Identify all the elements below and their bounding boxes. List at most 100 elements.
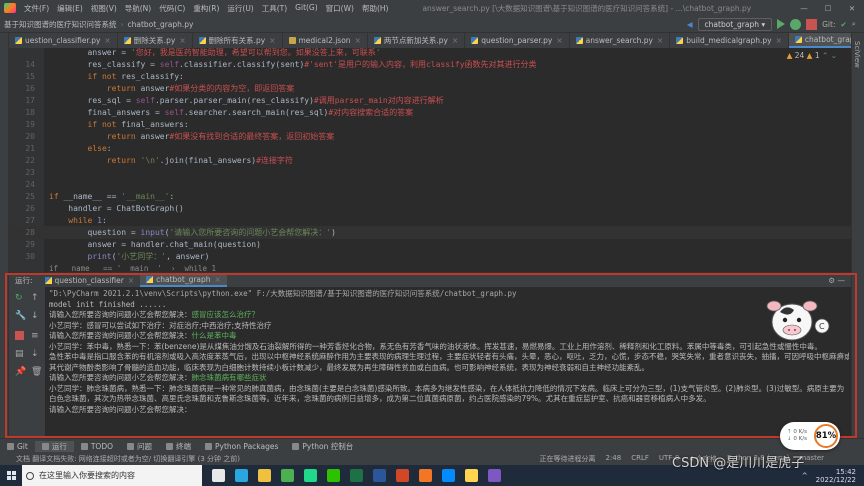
taskbar-search-box[interactable]: 在这里输入你要搜索的内容: [22, 465, 202, 486]
menu-item[interactable]: 窗口(W): [322, 3, 358, 14]
editor-tab[interactable]: 删除关系.py ×: [118, 33, 193, 48]
code-token: res_classify:: [121, 72, 184, 81]
task-view-icon[interactable]: [212, 469, 225, 482]
editor-tab[interactable]: question_parser.py ×: [465, 33, 570, 48]
edge-icon[interactable]: [235, 469, 248, 482]
git-update-icon[interactable]: Git:: [822, 20, 835, 29]
breadcrumb-file[interactable]: chatbot_graph.py: [124, 20, 198, 29]
code-token: answer: [140, 84, 170, 93]
close-icon[interactable]: ✕: [840, 4, 864, 13]
watermark: CSDN @是川川是虎子: [672, 456, 805, 471]
menu-item[interactable]: 代码(C): [155, 3, 189, 14]
tool-window-button[interactable]: 终端: [159, 441, 198, 452]
stop-icon[interactable]: [15, 331, 24, 340]
run-tab[interactable]: chatbot_graph ×: [140, 273, 227, 287]
debug-icon[interactable]: [790, 18, 802, 30]
menu-item[interactable]: 重构(R): [189, 3, 223, 14]
close-icon[interactable]: ×: [657, 36, 663, 45]
chrome-icon[interactable]: [281, 469, 294, 482]
rerun-icon[interactable]: ↻: [15, 293, 24, 303]
tool-window-button[interactable]: TODO: [74, 442, 120, 451]
excel-icon[interactable]: [350, 469, 363, 482]
editor-tab[interactable]: medical2.json ×: [283, 33, 368, 48]
status-item[interactable]: 2:48: [605, 454, 621, 464]
notes-icon[interactable]: [465, 469, 478, 482]
up-arrow-icon[interactable]: ⌃: [822, 51, 828, 60]
print-icon[interactable]: ▤: [15, 349, 24, 359]
navigation-bar: 基于知识图谱的医疗知识问答系统 › chatbot_graph.py ◀ cha…: [0, 16, 864, 33]
stop-icon[interactable]: [806, 18, 818, 30]
tool-window-button[interactable]: Git: [0, 442, 35, 451]
file-explorer-icon[interactable]: [258, 469, 271, 482]
status-item[interactable]: 正在等待进程分离: [539, 454, 595, 464]
run-configuration-select[interactable]: chatbot_graph ▾: [697, 17, 773, 31]
menu-item[interactable]: 导航(N): [121, 3, 155, 14]
editor-tab[interactable]: 删除所有关系.py ×: [193, 33, 283, 48]
scview-tool-label[interactable]: SciView: [853, 41, 861, 68]
close-icon[interactable]: ×: [104, 36, 110, 45]
gear-icon[interactable]: ⚙ —: [828, 276, 845, 285]
tool-window-button[interactable]: Python 控制台: [285, 441, 360, 452]
pycharm-icon[interactable]: [304, 469, 317, 482]
up-arrow-icon[interactable]: ↑: [31, 293, 40, 303]
tool-window-button[interactable]: 问题: [120, 441, 159, 452]
wechat-icon[interactable]: [327, 469, 340, 482]
close-icon[interactable]: ×: [355, 36, 361, 45]
network-speed-widget[interactable]: ↑ 0 K/s ↓ 0 K/s 81%: [780, 422, 840, 450]
close-icon[interactable]: ×: [269, 36, 275, 45]
pin-icon[interactable]: 📌: [15, 367, 26, 377]
jupyter-icon[interactable]: [419, 469, 432, 482]
soft-wrap-icon[interactable]: ≡: [31, 331, 40, 341]
down-arrow-icon[interactable]: ↓: [31, 311, 40, 321]
photos-icon[interactable]: [488, 469, 501, 482]
tool-window-button[interactable]: 运行: [34, 440, 74, 452]
menu-item[interactable]: Git(G): [291, 3, 322, 14]
run-icon[interactable]: [777, 19, 786, 29]
run-tab[interactable]: question_classifier ×: [39, 273, 141, 287]
close-icon[interactable]: ×: [179, 36, 185, 45]
status-message[interactable]: 文档 翻译文档失败: 网络连接超时或者为空/ 切换翻译引擎 (3 分钟 之前): [0, 454, 240, 464]
maximize-icon[interactable]: ☐: [816, 4, 840, 13]
back-arrow-icon[interactable]: ◀: [687, 20, 693, 29]
search-icon[interactable]: ⌕: [852, 19, 856, 29]
menu-item[interactable]: 帮助(H): [358, 3, 393, 14]
menu-bar: 文件(F) 编辑(E) 视图(V) 导航(N) 代码(C) 重构(R) 运行(U) 工具(T)…: [0, 0, 864, 16]
code-breadcrumb[interactable]: if __name__ == '__main__' › while 1: [49, 264, 216, 272]
git-commit-icon[interactable]: ✔: [841, 20, 847, 29]
close-icon[interactable]: ×: [215, 275, 221, 284]
inspection-widget[interactable]: ▲ 24 ▲ 1 ⌃ ⌄: [787, 51, 837, 60]
chevron-up-icon[interactable]: ^: [802, 472, 808, 480]
tool-window-button[interactable]: Python Packages: [198, 442, 285, 451]
down-arrow-icon[interactable]: ⌄: [831, 51, 837, 60]
close-icon[interactable]: ×: [776, 36, 782, 45]
wrench-icon[interactable]: 🔧: [15, 311, 26, 321]
status-item[interactable]: CRLF: [631, 454, 649, 464]
console-output[interactable]: "D:\PyCharm 2021.2.1\venv\Scripts\python…: [49, 289, 849, 439]
editor-tab[interactable]: uestion_classifier.py ×: [9, 33, 118, 48]
menu-item[interactable]: 文件(F): [20, 3, 53, 14]
code-token: question =: [49, 228, 141, 237]
minimize-icon[interactable]: —: [792, 4, 816, 13]
menu-item[interactable]: 编辑(E): [53, 3, 87, 14]
clock[interactable]: 15:42 2022/12/22: [816, 468, 856, 484]
delete-icon[interactable]: 🗑: [31, 367, 42, 377]
close-icon[interactable]: ×: [556, 36, 562, 45]
menu-item[interactable]: 运行(U): [223, 3, 257, 14]
close-icon[interactable]: ×: [128, 276, 134, 285]
start-button[interactable]: [0, 465, 22, 486]
editor-tab[interactable]: chatbot_graph.py×: [788, 33, 851, 48]
editor-tab[interactable]: 两节点新加关系.py ×: [368, 33, 466, 48]
neo4j-icon[interactable]: [442, 469, 455, 482]
code-editor[interactable]: answer = '您好，我是医药智能助理，希望可以帮到您。如果没答上来，可联系…: [9, 48, 851, 272]
editor-tab[interactable]: answer_search.py ×: [570, 33, 671, 48]
menu-item[interactable]: 工具(T): [258, 3, 291, 14]
menu-item[interactable]: 视图(V): [87, 3, 121, 14]
close-icon[interactable]: ×: [452, 36, 458, 45]
powerpoint-icon[interactable]: [396, 469, 409, 482]
breadcrumb-project[interactable]: 基于知识图谱的医疗知识问答系统: [0, 19, 121, 30]
editor-tab[interactable]: build_medicalgraph.py ×: [670, 33, 789, 48]
code-token: input: [140, 228, 165, 237]
word-icon[interactable]: [373, 469, 386, 482]
scroll-end-icon[interactable]: ⇣: [31, 349, 40, 359]
